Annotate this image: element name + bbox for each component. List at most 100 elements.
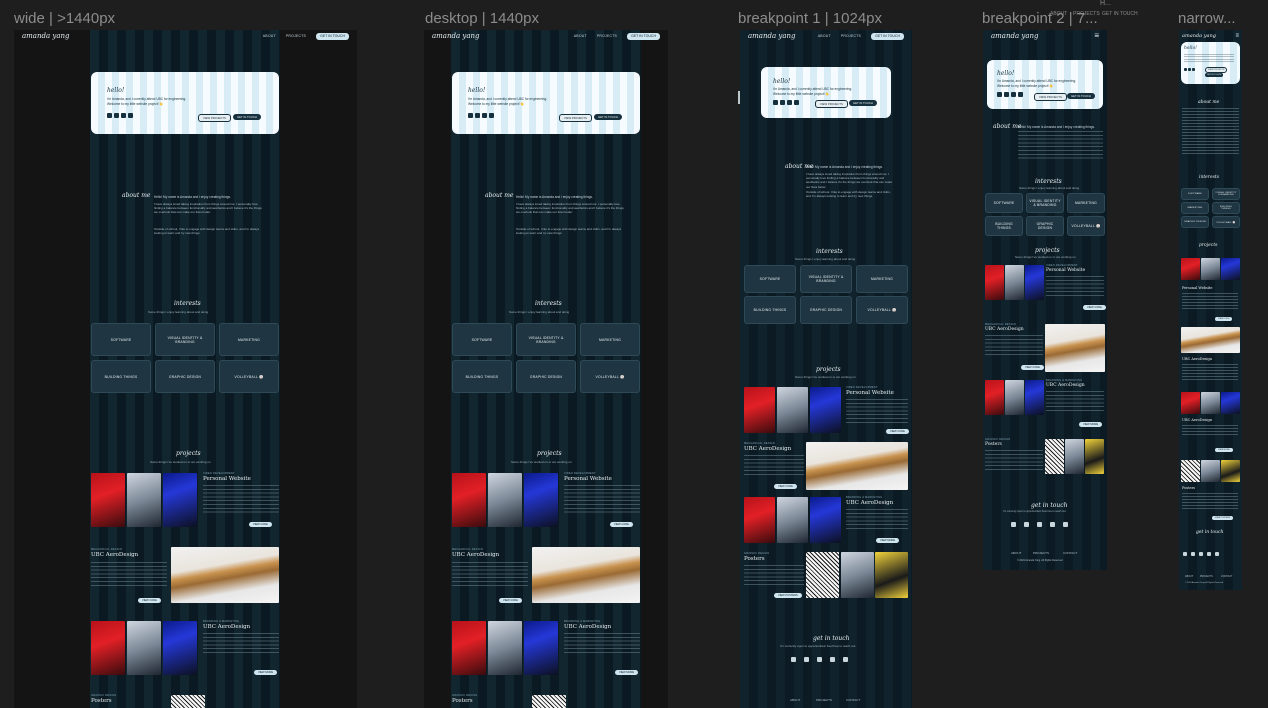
- email-icon[interactable]: [1011, 522, 1016, 527]
- figma-icon[interactable]: [843, 657, 848, 662]
- view-projects-button[interactable]: VIEW PROJECTS: [1205, 67, 1228, 73]
- view-more-button[interactable]: VIEW MORE: [254, 670, 278, 675]
- project-image[interactable]: [806, 442, 908, 490]
- project-image[interactable]: [810, 387, 841, 433]
- interest-tile[interactable]: VISUAL IDENTITY & BRANDING: [800, 265, 852, 293]
- interest-tile[interactable]: VOLLEYBALL 🏐: [219, 360, 279, 393]
- linkedin-icon[interactable]: [1024, 522, 1029, 527]
- project-image[interactable]: [777, 497, 808, 543]
- view-code-button[interactable]: VIEW CODE: [138, 598, 161, 603]
- email-icon[interactable]: [791, 657, 796, 662]
- project-image[interactable]: [1025, 265, 1044, 300]
- behance-icon[interactable]: [128, 113, 133, 118]
- linkedin-icon[interactable]: [1191, 552, 1195, 556]
- github-icon[interactable]: [780, 100, 785, 105]
- view-code-button[interactable]: VIEW CODE: [499, 598, 522, 603]
- linkedin-icon[interactable]: [1184, 68, 1187, 71]
- get-in-touch-button[interactable]: GET IN TOUCH: [849, 100, 877, 107]
- nav-about[interactable]: ABOUT: [574, 34, 587, 38]
- project-image[interactable]: [1065, 439, 1084, 474]
- project-image[interactable]: [1045, 439, 1064, 474]
- nav-about[interactable]: ABOUT: [818, 34, 831, 38]
- project-image[interactable]: [163, 473, 197, 527]
- nav-projects[interactable]: PROJECTS: [286, 34, 306, 38]
- figma-icon[interactable]: [1192, 68, 1195, 71]
- project-image[interactable]: [1181, 460, 1200, 482]
- project-image[interactable]: [524, 473, 558, 527]
- view-posters-button[interactable]: VIEW POSTERS: [774, 593, 802, 598]
- project-image[interactable]: [91, 473, 125, 527]
- interest-tile[interactable]: VISUAL IDENTITY & BRANDING: [1026, 193, 1064, 213]
- nav-about[interactable]: ABOUT: [263, 34, 276, 38]
- interest-tile[interactable]: BUILDING THINGS: [1212, 202, 1240, 214]
- interest-tile[interactable]: MARKETING: [1067, 193, 1105, 213]
- project-image[interactable]: [532, 695, 566, 708]
- interest-tile[interactable]: MARKETING: [1181, 202, 1209, 214]
- project-image[interactable]: [524, 621, 558, 675]
- frame-wide[interactable]: amanda yang ABOUT PROJECTS GET IN TOUCH …: [14, 30, 357, 708]
- footer-projects-link[interactable]: PROJECTS: [816, 698, 832, 702]
- project-image[interactable]: [91, 621, 125, 675]
- project-image[interactable]: [810, 497, 841, 543]
- logo[interactable]: amanda yang: [22, 32, 70, 40]
- interest-tile[interactable]: GRAPHIC DESIGN: [516, 360, 576, 393]
- logo[interactable]: amanda yang: [1182, 33, 1216, 39]
- view-code-button[interactable]: VIEW CODE: [249, 522, 272, 527]
- project-image[interactable]: [985, 265, 1004, 300]
- interest-tile[interactable]: MARKETING: [219, 323, 279, 356]
- nav-get-in-touch-button[interactable]: GET IN TOUCH: [316, 32, 349, 40]
- interest-tile[interactable]: VOLLEYBALL 🏐: [580, 360, 640, 393]
- linkedin-icon[interactable]: [997, 92, 1002, 97]
- logo[interactable]: amanda yang: [432, 32, 480, 40]
- project-image[interactable]: [488, 621, 522, 675]
- project-image[interactable]: [127, 621, 161, 675]
- view-posters-button[interactable]: VIEW POSTERS: [1212, 516, 1234, 520]
- github-icon[interactable]: [1188, 68, 1191, 71]
- nav-projects[interactable]: PROJECTS: [841, 34, 861, 38]
- footer-about-link[interactable]: ABOUT: [1011, 551, 1021, 555]
- project-image[interactable]: [1201, 392, 1220, 414]
- view-code-button[interactable]: VIEW CODE: [1021, 365, 1044, 370]
- behance-icon[interactable]: [1207, 552, 1211, 556]
- footer-contact-link[interactable]: CONTACT: [846, 698, 860, 702]
- interest-tile[interactable]: VOLLEYBALL 🏐: [856, 296, 908, 324]
- interest-tile[interactable]: GRAPHIC DESIGN: [1181, 216, 1209, 228]
- linkedin-icon[interactable]: [804, 657, 809, 662]
- github-icon[interactable]: [114, 113, 119, 118]
- github-icon[interactable]: [1199, 552, 1203, 556]
- linkedin-icon[interactable]: [468, 113, 473, 118]
- project-image[interactable]: [1201, 258, 1220, 280]
- project-image[interactable]: [1201, 460, 1220, 482]
- interest-tile[interactable]: MARKETING: [856, 265, 908, 293]
- view-code-button[interactable]: VIEW CODE: [1215, 317, 1233, 321]
- nav-projects[interactable]: PROJECTS: [597, 34, 617, 38]
- behance-icon[interactable]: [830, 657, 835, 662]
- interest-tile[interactable]: BUILDING THINGS: [452, 360, 512, 393]
- view-more-button[interactable]: VIEW MORE: [615, 670, 639, 675]
- get-in-touch-button[interactable]: GET IN TOUCH: [594, 114, 622, 121]
- frame-label-breakpoint-1[interactable]: breakpoint 1 | 1024px: [738, 10, 882, 27]
- project-image[interactable]: [1025, 380, 1044, 415]
- github-icon[interactable]: [1037, 522, 1042, 527]
- frame-breakpoint-2[interactable]: amanda yang ≡ hello! I'm Amanda, and I c…: [983, 30, 1107, 570]
- project-image[interactable]: [1085, 439, 1104, 474]
- interest-tile[interactable]: VISUAL IDENTITY & BRANDING: [516, 323, 576, 356]
- github-icon[interactable]: [475, 113, 480, 118]
- interest-tile[interactable]: GRAPHIC DESIGN: [1026, 216, 1064, 236]
- get-in-touch-button[interactable]: GET IN TOUCH: [1067, 93, 1095, 100]
- interest-tile[interactable]: VOLLEYBALL 🏐: [1067, 216, 1105, 236]
- project-image[interactable]: [163, 621, 197, 675]
- view-more-button[interactable]: VIEW MORE: [1215, 448, 1233, 452]
- frame-label-narrow[interactable]: narrow...: [1178, 10, 1236, 27]
- github-icon[interactable]: [817, 657, 822, 662]
- interest-tile[interactable]: SOFTWARE: [91, 323, 151, 356]
- view-code-button[interactable]: VIEW CODE: [886, 429, 909, 434]
- behance-icon[interactable]: [794, 100, 799, 105]
- project-image[interactable]: [841, 552, 874, 598]
- view-more-button[interactable]: VIEW MORE: [1079, 422, 1103, 427]
- view-more-button[interactable]: VIEW MORE: [876, 538, 900, 543]
- linkedin-icon[interactable]: [107, 113, 112, 118]
- project-image[interactable]: [744, 497, 775, 543]
- project-image[interactable]: [1221, 392, 1240, 414]
- logo[interactable]: amanda yang: [991, 32, 1039, 40]
